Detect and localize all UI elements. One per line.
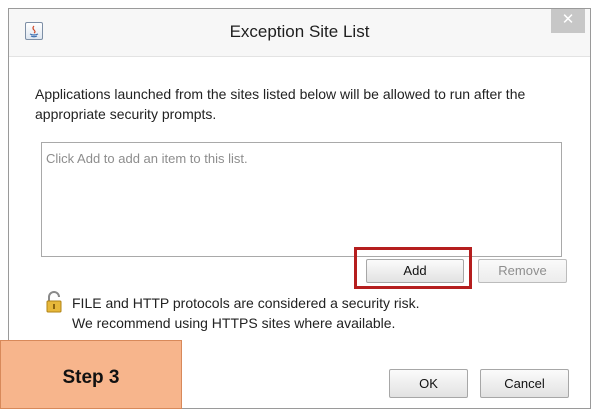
warning-line-1: FILE and HTTP protocols are considered a… <box>72 295 420 311</box>
dialog-description: Applications launched from the sites lis… <box>35 86 526 122</box>
lock-icon <box>44 291 66 315</box>
dialog-title: Exception Site List <box>229 22 370 41</box>
cancel-button[interactable]: Cancel <box>480 369 569 398</box>
title-bar: Exception Site List ✕ <box>9 9 590 57</box>
remove-button[interactable]: Remove <box>478 259 567 283</box>
ok-button[interactable]: OK <box>389 369 468 398</box>
step-label: Step 3 <box>62 367 120 388</box>
close-icon: ✕ <box>561 11 575 28</box>
close-button[interactable]: ✕ <box>551 9 585 33</box>
add-button-highlight <box>354 247 472 289</box>
warning-line-2: We recommend using HTTPS sites where ava… <box>72 315 396 331</box>
security-warning: FILE and HTTP protocols are considered a… <box>72 293 542 333</box>
step-callout: Step 3 <box>0 340 182 409</box>
site-list-placeholder: Click Add to add an item to this list. <box>46 151 248 166</box>
site-list[interactable]: Click Add to add an item to this list. <box>41 142 562 257</box>
